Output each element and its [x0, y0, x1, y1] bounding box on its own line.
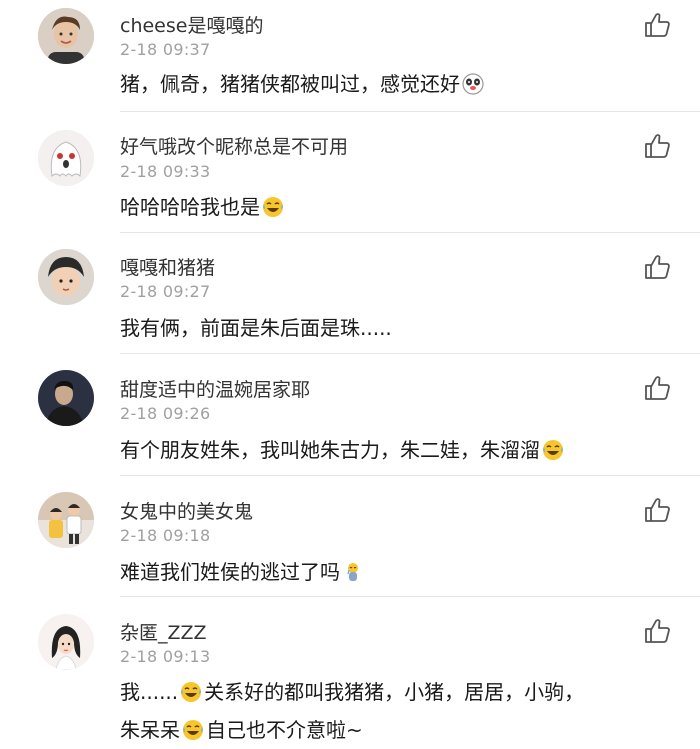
username[interactable]: 好气哦改个昵称总是不可用: [120, 132, 348, 159]
username[interactable]: 甜度适中的温婉居家耶: [120, 375, 310, 402]
comment-item: 嘎嘎和猪猪 2-18 09:27 我有俩，前面是朱后面是珠.....: [0, 233, 700, 354]
avatar[interactable]: [38, 8, 94, 64]
thumbs-up-icon[interactable]: [643, 254, 671, 280]
thumbs-up-icon[interactable]: [643, 12, 671, 38]
laughing-tears-emoji: [179, 680, 203, 704]
avatar[interactable]: [38, 492, 94, 548]
comment-text-part: 我有俩，前面是朱后面是珠.....: [120, 316, 392, 340]
comment-item: 好气哦改个昵称总是不可用 2-18 09:33 哈哈哈哈我也是: [0, 112, 700, 233]
comment-text: 有个朋友姓朱，我叫她朱古力，朱二娃，朱溜溜: [120, 431, 670, 469]
username[interactable]: 女鬼中的美女鬼: [120, 497, 253, 524]
timestamp: 2-18 09:13: [120, 647, 211, 666]
timestamp: 2-18 09:37: [120, 40, 211, 59]
comment-text-part: 有个朋友姓朱，我叫她朱古力，朱二娃，朱溜溜: [120, 438, 540, 462]
comment-text: 我...... 关系好的都叫我猪猪，小猪，居居，小驹， 朱呆呆 自己也不介意啦~: [120, 673, 670, 749]
thumbs-up-icon[interactable]: [643, 497, 671, 523]
comment-text: 哈哈哈哈我也是: [120, 188, 670, 226]
comment-item: 女鬼中的美女鬼 2-18 09:18 难道我们姓侯的逃过了吗: [0, 476, 700, 597]
comment-text-part: 关系好的都叫我猪猪，小猪，居居，小驹，: [204, 680, 585, 704]
avatar[interactable]: [38, 130, 94, 186]
thumbs-up-icon[interactable]: [643, 375, 671, 401]
timestamp: 2-18 09:26: [120, 404, 211, 423]
crying-figure-emoji: [341, 560, 365, 584]
comment-text-part: 哈哈哈哈我也是: [120, 195, 260, 219]
comment-text-part: 猪，佩奇，猪猪侠都被叫过，感觉还好: [120, 72, 460, 96]
thumbs-up-icon[interactable]: [643, 133, 671, 159]
comment-line: 朱呆呆 自己也不介意啦~: [120, 711, 670, 749]
comment-text-part: 我......: [120, 680, 179, 704]
comment-text: 难道我们姓侯的逃过了吗: [120, 553, 670, 591]
avatar[interactable]: [38, 370, 94, 426]
avatar[interactable]: [38, 614, 94, 670]
comment-item: cheese是嘎嘎的 2-18 09:37 猪，佩奇，猪猪侠都被叫过，感觉还好: [0, 0, 700, 112]
timestamp: 2-18 09:18: [120, 526, 211, 545]
comment-text-part: 自己也不介意啦~: [206, 718, 363, 742]
comment-text-part: 难道我们姓侯的逃过了吗: [120, 560, 340, 584]
timestamp: 2-18 09:27: [120, 282, 211, 301]
username[interactable]: cheese是嘎嘎的: [120, 11, 263, 38]
comment-text: 猪，佩奇，猪猪侠都被叫过，感觉还好: [120, 65, 670, 103]
laughing-tears-emoji: [541, 438, 565, 462]
username[interactable]: 杂匿_ZZZ: [120, 618, 207, 645]
username[interactable]: 嘎嘎和猪猪: [120, 253, 215, 280]
comment-item: 杂匿_ZZZ 2-18 09:13 我...... 关系好的都叫我猪猪，小猪，居居…: [0, 597, 700, 749]
comment-text: 我有俩，前面是朱后面是珠.....: [120, 309, 670, 347]
comment-text-part: 朱呆呆: [120, 718, 180, 742]
laughing-tears-emoji: [261, 195, 285, 219]
comment-line: 我...... 关系好的都叫我猪猪，小猪，居居，小驹，: [120, 673, 670, 711]
panda-face-emoji: [461, 72, 485, 96]
avatar[interactable]: [38, 249, 94, 305]
comment-item: 甜度适中的温婉居家耶 2-18 09:26 有个朋友姓朱，我叫她朱古力，朱二娃，…: [0, 354, 700, 476]
laughing-tears-emoji: [181, 718, 205, 742]
thumbs-up-icon[interactable]: [643, 618, 671, 644]
timestamp: 2-18 09:33: [120, 162, 211, 181]
comment-feed: cheese是嘎嘎的 2-18 09:37 猪，佩奇，猪猪侠都被叫过，感觉还好 …: [0, 0, 700, 749]
